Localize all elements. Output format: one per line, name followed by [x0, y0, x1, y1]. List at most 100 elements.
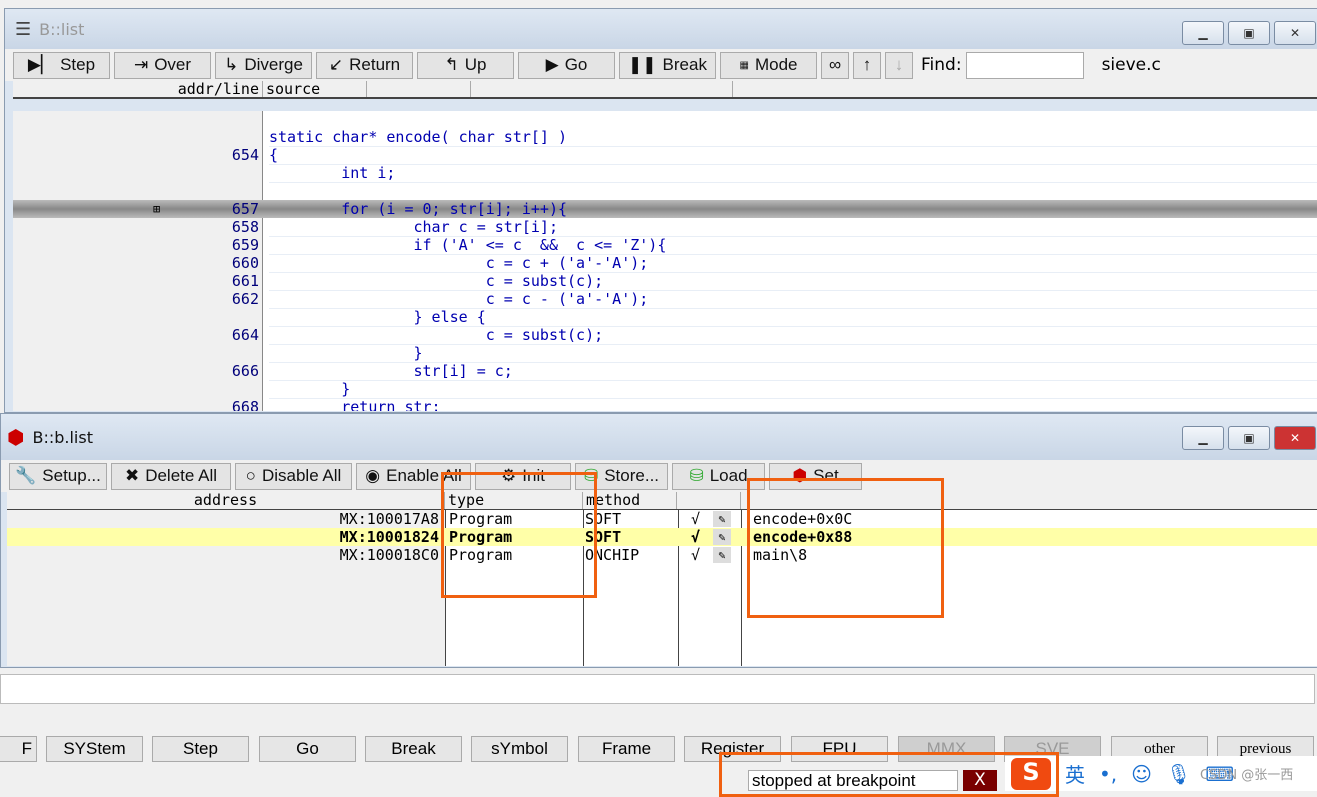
col-source[interactable]: source: [263, 81, 367, 98]
watermark: CSDN @张一西: [1200, 768, 1294, 783]
setup-button[interactable]: 🔧 Setup...: [9, 462, 107, 490]
delete-all-button[interactable]: ✖ Delete All: [111, 462, 231, 490]
maximize-button[interactable]: ▣: [1228, 426, 1270, 450]
code-line[interactable]: }: [13, 380, 1317, 399]
code-text: for (i = 0; str[i]; i++){: [269, 200, 568, 218]
col-address[interactable]: address: [7, 492, 445, 509]
list-window: ☰ B::list ▁ ▣ ✕ ▶▏ Step ⇥ Over ↳ Diverge ↙ Ret…: [4, 8, 1317, 413]
pause-icon: ❚❚: [628, 55, 657, 74]
disable-all-button[interactable]: ○ Disable All: [235, 462, 352, 490]
softkey-f[interactable]: F: [0, 736, 37, 762]
softkey-frame[interactable]: Frame: [578, 736, 675, 762]
play-icon: ▶: [545, 55, 559, 74]
code-text: } else {: [269, 308, 1317, 327]
breakpoint-row[interactable]: MX:100018C0 Program ONCHIP √ main\8 ✎: [7, 546, 1317, 564]
step-icon: ▶▏: [27, 55, 55, 74]
circle-icon: ○: [245, 466, 256, 485]
load-icon: ⛁: [689, 466, 704, 485]
code-line[interactable]: 666 str[i] = c;: [13, 362, 1317, 381]
arrow-up-icon: ↑: [862, 55, 872, 74]
code-line[interactable]: 660 c = c + ('a'-'A');: [13, 254, 1317, 273]
close-button[interactable]: ✕: [1274, 426, 1316, 450]
arrow-down-icon: ↓: [894, 55, 904, 74]
code-line[interactable]: } else {: [13, 308, 1317, 327]
emoji-icon[interactable]: ☺: [1131, 762, 1152, 786]
edit-icon[interactable]: ✎: [713, 547, 731, 563]
file-name: sieve.c: [1101, 55, 1161, 75]
glasses-icon: ∞: [828, 55, 842, 74]
softkey-go[interactable]: Go: [259, 736, 356, 762]
code-line[interactable]: }: [13, 344, 1317, 363]
line-number: 664: [231, 326, 259, 344]
break-button[interactable]: ❚❚ Break: [619, 51, 716, 79]
code-line[interactable]: 661 c = subst(c);: [13, 272, 1317, 291]
microphone-icon[interactable]: 🎙: [1166, 762, 1191, 786]
softkey-system[interactable]: SYStem: [46, 736, 143, 762]
code-line[interactable]: 664 c = subst(c);: [13, 326, 1317, 345]
cell-enabled: √: [691, 528, 701, 546]
go-down-button[interactable]: ↓: [885, 51, 913, 79]
code-line[interactable]: 668 return str;: [13, 398, 1317, 411]
go-button[interactable]: ▶ Go: [518, 51, 615, 79]
cell-address: MX:100018C0: [339, 546, 439, 564]
code-line[interactable]: static char* encode( char str[] ): [13, 128, 1317, 147]
step-button[interactable]: ▶▏ Step: [13, 51, 110, 79]
breakpoint-list-window: ⬢ B::b.list ▁ ▣ ✕ 🔧 Setup... ✖ Delete All ○ D…: [0, 413, 1317, 668]
code-line[interactable]: 658 char c = str[i];: [13, 218, 1317, 237]
softkey-symbol[interactable]: sYmbol: [471, 736, 568, 762]
col-method[interactable]: method: [583, 492, 677, 509]
close-button[interactable]: ✕: [1274, 21, 1316, 45]
code-text: {: [269, 146, 1317, 165]
code-text: c = c - ('a'-'A');: [269, 290, 1317, 309]
edit-icon[interactable]: ✎: [713, 511, 731, 527]
list-window-title: B::list: [39, 19, 85, 39]
minimize-button[interactable]: ▁: [1182, 426, 1224, 450]
cell-method: ONCHIP: [585, 546, 640, 564]
x-icon: ✖: [124, 466, 140, 485]
line-number: 659: [231, 236, 259, 254]
minimize-button[interactable]: ▁: [1182, 21, 1224, 45]
glasses-button[interactable]: ∞: [821, 51, 849, 79]
cell-method: SOFT: [585, 510, 622, 528]
edit-icon[interactable]: ✎: [713, 529, 731, 545]
softkey-break[interactable]: Break: [365, 736, 462, 762]
code-line[interactable]: int i;: [13, 164, 1317, 183]
code-text: c = subst(c);: [269, 326, 1317, 345]
softkey-step[interactable]: Step: [152, 736, 249, 762]
code-text: }: [269, 380, 1317, 399]
maximize-button[interactable]: ▣: [1228, 21, 1270, 45]
code-text: }: [269, 344, 1317, 363]
code-line[interactable]: 662 c = c - ('a'-'A');: [13, 290, 1317, 309]
blist-title: B::b.list: [32, 427, 93, 447]
go-up-button[interactable]: ↑: [853, 51, 881, 79]
return-button[interactable]: ↙ Return: [316, 51, 413, 79]
code-line[interactable]: [13, 182, 1317, 200]
code-text: char c = str[i];: [269, 218, 1317, 237]
col-addr-line[interactable]: addr/line: [13, 81, 263, 98]
ime-lang[interactable]: 英: [1065, 759, 1085, 788]
mode-icon: ▦: [739, 59, 749, 71]
ime-punct[interactable]: •,: [1099, 762, 1117, 786]
code-line[interactable]: 659 if ('A' <= c && c <= 'Z'){: [13, 236, 1317, 255]
diverge-button[interactable]: ↳ Diverge: [215, 51, 312, 79]
cell-method: SOFT: [585, 528, 622, 546]
cell-enabled: √: [691, 546, 701, 564]
wrench-icon: 🔧: [15, 466, 37, 485]
blist-header: address type method: [7, 492, 1317, 510]
mode-button[interactable]: ▦ Mode: [720, 51, 817, 79]
source-listing[interactable]: static char* encode( char str[] ) 654 { in…: [13, 111, 1317, 411]
blist-toolbar: 🔧 Setup... ✖ Delete All ○ Disable All ◉ Enab…: [1, 460, 1317, 492]
breakpoint-row[interactable]: MX:100017A8 Program SOFT √ encode+0x0C ✎: [7, 510, 1317, 528]
code-line[interactable]: 657 for (i = 0; str[i]; i++){⊞: [13, 200, 1317, 218]
line-number: 658: [231, 218, 259, 236]
command-line[interactable]: [0, 674, 1315, 704]
breakpoint-row[interactable]: MX:10001824 Program SOFT √ encode+0x88 ✎: [7, 528, 1317, 546]
find-input[interactable]: [965, 51, 1084, 79]
up-button[interactable]: ↰ Up: [417, 51, 514, 79]
list-header: addr/line source: [13, 81, 1317, 99]
over-button[interactable]: ⇥ Over: [114, 51, 211, 79]
expand-icon[interactable]: ⊞: [153, 200, 160, 218]
code-text: c = subst(c);: [269, 272, 1317, 291]
diverge-icon: ↳: [224, 55, 239, 74]
code-line[interactable]: 654 {: [13, 146, 1317, 165]
